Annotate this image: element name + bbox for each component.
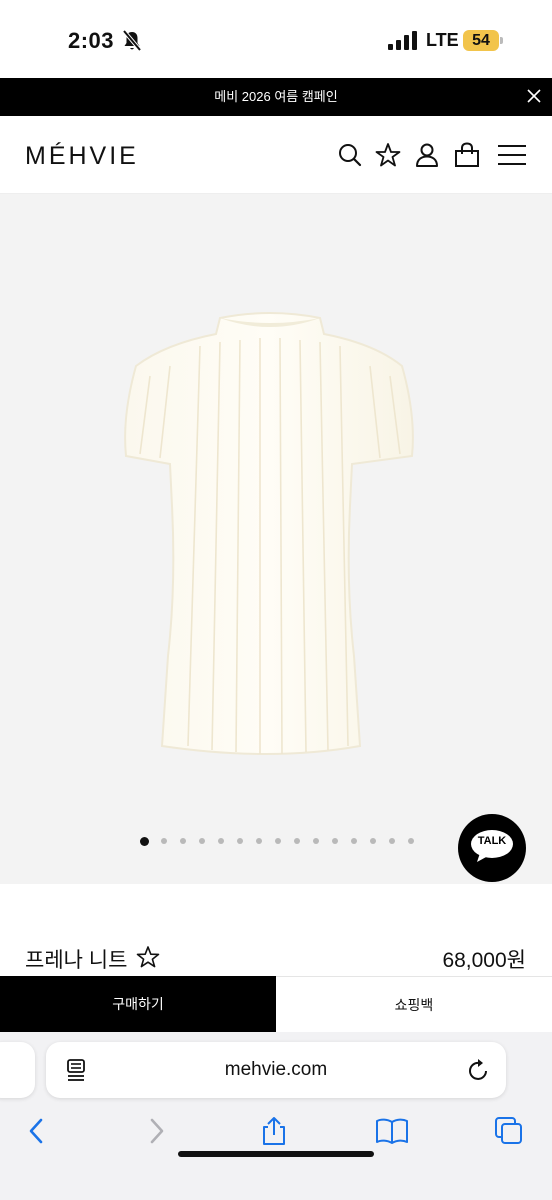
reload-icon[interactable] (468, 1058, 490, 1082)
battery-level: 54 (472, 32, 490, 49)
menu-icon[interactable] (497, 142, 527, 168)
pagination-dot[interactable] (389, 838, 395, 844)
product-image[interactable] (110, 306, 430, 766)
talk-label: TALK (477, 835, 507, 847)
signal-bars-icon (388, 31, 417, 50)
back-icon[interactable] (22, 1116, 52, 1146)
url-text[interactable]: mehvie.com (46, 1042, 506, 1098)
status-time: 2:03 (68, 28, 115, 53)
address-bar[interactable]: mehvie.com (46, 1042, 506, 1098)
brand-logo[interactable]: MÉHVIE (25, 142, 139, 171)
pagination-dot[interactable] (180, 838, 186, 844)
pagination-dot[interactable] (237, 838, 243, 844)
announcement-text[interactable]: 메비 2026 여름 캠페인 (0, 78, 552, 116)
pagination-dot[interactable] (275, 838, 281, 844)
home-indicator (178, 1151, 374, 1157)
pagination-dot[interactable] (161, 838, 167, 844)
close-icon[interactable] (524, 86, 544, 106)
previous-tab-peek[interactable] (0, 1042, 35, 1098)
product-price: 68,000원 (442, 949, 526, 972)
browser-toolbar: mehvie.com (0, 1032, 552, 1200)
kakao-talk-button[interactable]: TALK (458, 814, 526, 882)
search-icon[interactable] (337, 142, 363, 168)
pagination-dot[interactable] (199, 838, 205, 844)
user-icon[interactable] (414, 142, 440, 168)
pagination-dot[interactable] (332, 838, 338, 844)
pagination-dot[interactable] (313, 838, 319, 844)
site-header: MÉHVIE (0, 116, 552, 194)
shopping-bag-icon[interactable] (454, 142, 480, 168)
bookmarks-icon[interactable] (375, 1116, 409, 1146)
reader-mode-icon[interactable] (66, 1058, 88, 1082)
star-icon[interactable] (375, 142, 401, 168)
star-outline-icon[interactable] (136, 945, 160, 969)
product-image-gallery[interactable]: TALK (0, 194, 552, 884)
status-bar: 2:03 LTE 54 (0, 0, 552, 78)
pagination-dot[interactable] (370, 838, 376, 844)
announcement-bar: 메비 2026 여름 캠페인 (0, 78, 552, 116)
pagination-dot-active[interactable] (140, 837, 149, 846)
buy-now-button[interactable]: 구매하기 (0, 976, 276, 1032)
battery-icon: 54 (463, 30, 503, 51)
pagination-dot[interactable] (218, 838, 224, 844)
pagination-dot[interactable] (408, 838, 414, 844)
tabs-icon[interactable] (494, 1116, 524, 1146)
pagination-dot[interactable] (294, 838, 300, 844)
share-icon[interactable] (259, 1116, 289, 1146)
bell-muted-icon (122, 30, 142, 52)
pagination-dot[interactable] (351, 838, 357, 844)
pagination-dot[interactable] (256, 838, 262, 844)
network-type: LTE (426, 30, 459, 50)
add-to-bag-button[interactable]: 쇼핑백 (276, 976, 552, 1032)
forward-icon[interactable] (141, 1116, 171, 1146)
product-name: 프레나 니트 (25, 949, 128, 972)
